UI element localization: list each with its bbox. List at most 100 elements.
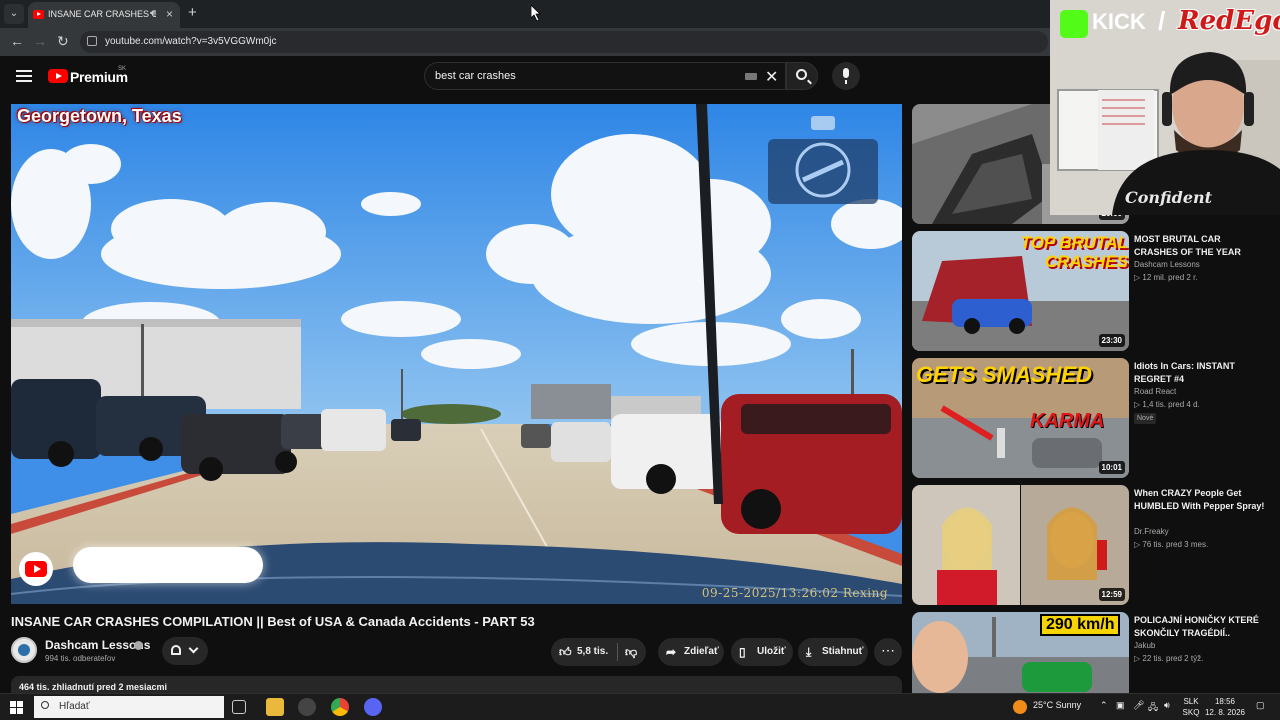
new-badge: Nové — [1134, 413, 1157, 424]
kick-wordmark: KICK — [1092, 9, 1146, 34]
recommendation-views: ▷ 1,4 tis. pred 4 d. — [1134, 400, 1200, 409]
recommendation-title[interactable]: When CRAZY People Get HUMBLED With Peppe… — [1134, 487, 1266, 513]
recommendation-channel[interactable]: Road React — [1134, 387, 1176, 396]
chrome-icon[interactable] — [331, 698, 349, 716]
youtube-header: Premium SK best car crashes ✕ — [0, 56, 1050, 100]
address-bar-row: ← → ↻ youtube.com/watch?v=3v5VGGWm0jc — [0, 28, 1050, 56]
new-tab-button[interactable]: + — [188, 4, 197, 21]
search-input[interactable]: best car crashes ✕ — [424, 62, 786, 90]
thumbnail-caption: TOP BRUTAL CRASHES — [1020, 233, 1128, 271]
video-duration: 23:30 — [1098, 334, 1125, 347]
file-explorer-icon[interactable] — [266, 698, 284, 716]
menu-icon[interactable] — [16, 70, 32, 82]
save-button[interactable]: ▯ Uložiť — [731, 638, 793, 666]
weather-icon[interactable] — [1013, 700, 1027, 714]
notification-icon[interactable]: ▢ — [1256, 700, 1265, 711]
bookmark-icon: ▯ — [739, 645, 746, 659]
recommendation-item[interactable]: 12:59 When CRAZY People Get HUMBLED With… — [912, 485, 1272, 605]
recommendation-channel[interactable]: Jakub — [1134, 641, 1155, 650]
microphone-icon[interactable]: 🎤︎ — [1133, 700, 1144, 711]
recommendation-title[interactable]: MOST BRUTAL CAR CRASHES OF THE YEAR — [1134, 233, 1266, 259]
obs-icon[interactable] — [298, 698, 316, 716]
search-icon — [796, 69, 807, 80]
tab-close-icon[interactable]: × — [166, 7, 173, 21]
windows-start-icon[interactable] — [10, 701, 23, 714]
search-icon — [41, 701, 49, 709]
tray-app-icon[interactable]: ▣ — [1116, 700, 1125, 711]
download-button[interactable]: ⤓ Stiahnuť — [798, 638, 868, 666]
bell-icon — [171, 645, 181, 655]
clock-date: 12. 8. 2026 — [1204, 708, 1246, 717]
site-info-icon[interactable] — [87, 36, 97, 46]
recommendation-thumbnail[interactable]: 290 km/h — [912, 612, 1129, 693]
taskbar-search-placeholder: Hľadať — [59, 701, 90, 712]
recommendation-title[interactable]: POLICAJNÍ HONIČKY KTERÉ SKONČILY TRAGÉDI… — [1134, 614, 1266, 640]
reload-icon[interactable]: ↻ — [57, 33, 69, 50]
discord-icon[interactable] — [364, 698, 382, 716]
tab-audio-icon[interactable]: 🔊︎ — [150, 8, 156, 19]
chevron-down-icon — [188, 643, 199, 654]
video-duration: 12:59 — [1098, 588, 1125, 601]
location-overlay: Georgetown, Texas — [17, 106, 182, 126]
recommendation-thumbnail[interactable]: 12:59 — [912, 485, 1129, 605]
volume-icon[interactable]: 🔊︎ — [1164, 700, 1170, 711]
recommendation-views: ▷ 12 mil. pred 2 r. — [1134, 273, 1198, 282]
recommendation-views: ▷ 76 tis. pred 3 mes. — [1134, 540, 1209, 549]
youtube-logo-icon[interactable] — [48, 69, 68, 83]
windows-taskbar: Hľadať 25°C Sunny ⌃ ▣ 🎤︎ 🖧 🔊︎ SLK SKQ 18… — [0, 693, 1280, 720]
dislike-icon[interactable]: 👎︎ — [625, 645, 637, 660]
network-icon[interactable]: 🖧 — [1148, 700, 1158, 716]
views-and-date: 464 tis. zhliadnutí pred 2 mesiacmi — [19, 682, 168, 692]
system-clock[interactable]: 18:56 12. 8. 2026 — [1200, 696, 1250, 718]
overlay-divider: / — [1158, 6, 1166, 36]
like-divider — [617, 643, 618, 661]
notification-bell-button[interactable] — [162, 637, 208, 665]
recommendation-title[interactable]: Idiots In Cars: INSTANT REGRET #4 — [1134, 360, 1266, 386]
clock-time: 18:56 — [1214, 697, 1236, 706]
recommendation-item[interactable]: GETS SMASHED KARMA 10:01 Idiots In Cars:… — [912, 358, 1272, 478]
voice-search-mic-icon[interactable] — [832, 62, 860, 90]
dashcam-timestamp: 09-25-2025/13:26:02 Rexing — [701, 586, 888, 600]
keyboard-icon[interactable] — [745, 73, 757, 80]
country-code: SK — [118, 66, 127, 72]
taskbar-search[interactable]: Hľadať — [34, 696, 224, 718]
search-button[interactable] — [786, 62, 818, 90]
weather-text[interactable]: 25°C Sunny — [1033, 700, 1081, 710]
subscriber-count: 994 tis. odberateľov — [45, 654, 116, 663]
download-icon: ⤓ — [806, 645, 812, 659]
save-label: Uložiť — [757, 646, 786, 657]
video-title: INSANE CAR CRASHES COMPILATION || Best o… — [11, 614, 535, 629]
tab-search-button[interactable]: ⌄ — [4, 4, 24, 24]
recommendation-thumbnail[interactable]: TOP BRUTAL CRASHES 23:30 — [912, 231, 1129, 351]
video-player[interactable]: Georgetown, Texas 09-25-2025/13:26:02 Re… — [11, 104, 902, 604]
youtube-subscribe-logo-icon — [19, 552, 53, 586]
recommendation-item[interactable]: TOP BRUTAL CRASHES 23:30 MOST BRUTAL CAR… — [912, 231, 1272, 351]
browser-tab-active[interactable]: INSANE CAR CRASHES COMPILATION || Best o… — [28, 2, 180, 28]
like-count[interactable]: 5,8 tis. — [577, 646, 608, 657]
shirt-print: Confident — [1125, 188, 1213, 207]
like-icon[interactable]: 👍︎ — [559, 645, 572, 660]
video-duration: 10:01 — [1098, 461, 1125, 474]
back-arrow-icon[interactable]: ← — [10, 33, 24, 49]
more-actions-icon[interactable]: ⋯ — [874, 638, 902, 666]
share-icon: ➦ — [666, 645, 677, 659]
subscribe-animation-pill — [73, 547, 263, 583]
recommendation-item[interactable]: 290 km/h POLICAJNÍ HONIČKY KTERÉ SKONČIL… — [912, 612, 1272, 693]
thumbnail-caption-secondary: KARMA — [1030, 410, 1105, 432]
task-view-icon[interactable] — [232, 700, 246, 714]
verified-badge-icon — [134, 641, 143, 650]
like-dislike-group: 👍︎ 5,8 tis. 👎︎ — [551, 638, 646, 666]
streamer-name: RedEgo — [1178, 6, 1280, 36]
tray-chevron-icon[interactable]: ⌃ — [1100, 700, 1108, 711]
recommendation-channel[interactable]: Dashcam Lessons — [1134, 260, 1200, 269]
download-label: Stiahnuť — [822, 646, 864, 657]
youtube-favicon-icon — [33, 10, 44, 19]
clear-search-icon[interactable]: ✕ — [765, 67, 778, 87]
mouse-cursor-icon — [531, 5, 541, 21]
url-field[interactable]: youtube.com/watch?v=3v5VGGWm0jc — [80, 31, 1048, 53]
forward-arrow-icon[interactable]: → — [33, 33, 47, 49]
recommendation-thumbnail[interactable]: GETS SMASHED KARMA 10:01 — [912, 358, 1129, 478]
recommendation-channel[interactable]: Dr.Freaky — [1134, 527, 1169, 536]
channel-avatar[interactable] — [11, 637, 37, 663]
share-button[interactable]: ➦ Zdieľať — [658, 638, 724, 666]
